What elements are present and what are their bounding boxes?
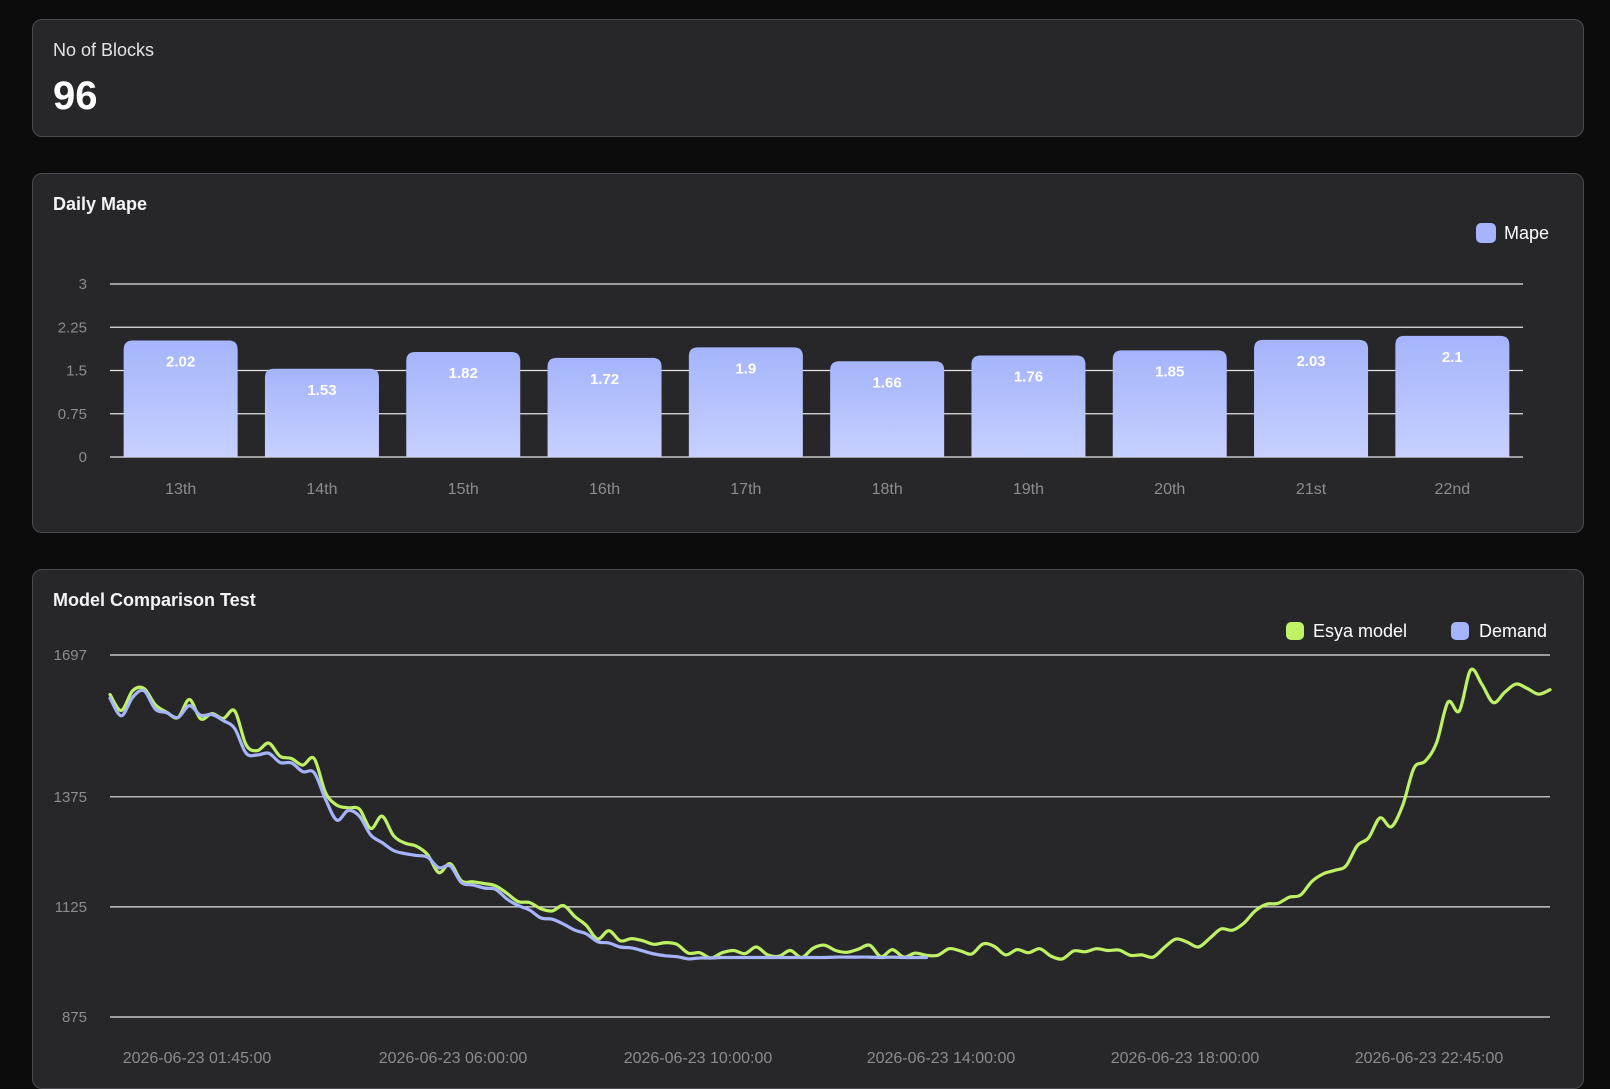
y-tick-label: 3 — [79, 276, 87, 293]
legend-swatch — [1286, 622, 1304, 640]
y-tick-label: 1125 — [55, 899, 87, 916]
bar-data-label: 2.02 — [166, 354, 195, 371]
bar-data-label: 1.76 — [1014, 369, 1043, 386]
x-tick-label: 17th — [730, 481, 761, 498]
bar-data-label: 2.03 — [1296, 353, 1325, 370]
x-tick-label: 21st — [1296, 481, 1327, 498]
blocks-value: 96 — [53, 74, 98, 118]
x-tick-label: 19th — [1013, 481, 1044, 498]
x-tick-label: 2026-06-23 01:45:00 — [123, 1050, 272, 1067]
legend: Esya model Demand — [1286, 621, 1547, 641]
legend-label: Mape — [1504, 223, 1549, 243]
model-comparison-chart: 875 1125 1375 1697 2026-06-23 01:45:00 2026-0… — [54, 621, 1552, 1067]
model-comparison-card: Model Comparison Test 875 1125 1375 1697 202… — [32, 569, 1584, 1089]
bar-data-label: 1.82 — [449, 365, 478, 382]
legend-label: Esya model — [1313, 621, 1407, 641]
x-tick-label: 2026-06-23 14:00:00 — [867, 1050, 1016, 1067]
daily-mape-chart: 0 0.75 1.5 2.25 3 2.02 13th 1.53 14th 1.82 15th 1.7… — [58, 223, 1549, 498]
x-tick-label: 15th — [448, 481, 479, 498]
legend-swatch — [1451, 622, 1469, 640]
bar-data-label: 1.66 — [873, 374, 902, 391]
bar-data-label: 1.72 — [590, 371, 619, 388]
blocks-card: No of Blocks 96 — [32, 19, 1584, 137]
x-tick-label: 20th — [1154, 481, 1185, 498]
legend-swatch — [1476, 223, 1496, 243]
y-tick-label: 1375 — [54, 789, 87, 806]
x-tick-label: 16th — [589, 481, 620, 498]
y-tick-label: 1697 — [54, 647, 87, 664]
daily-mape-card: Daily Mape 0 0.75 1.5 2.25 3 2.02 13th 1.53 14th… — [32, 173, 1584, 533]
series-line-demand — [108, 688, 928, 961]
bar-data-label: 1.9 — [735, 360, 756, 377]
x-tick-label: 22nd — [1435, 481, 1471, 498]
x-tick-label: 2026-06-23 06:00:00 — [379, 1050, 528, 1067]
series-line-esya-model — [108, 667, 1552, 961]
y-tick-label: 2.25 — [58, 319, 87, 336]
x-tick-label: 2026-06-23 22:45:00 — [1355, 1050, 1504, 1067]
legend-label: Demand — [1479, 621, 1547, 641]
x-tick-label: 2026-06-23 18:00:00 — [1111, 1050, 1260, 1067]
x-tick-label: 13th — [165, 481, 196, 498]
bar-data-label: 2.1 — [1442, 349, 1463, 366]
bar-data-label: 1.53 — [307, 382, 336, 399]
y-tick-label: 875 — [62, 1009, 87, 1026]
bar-data-label: 1.85 — [1155, 363, 1184, 380]
y-tick-label: 0 — [79, 449, 87, 466]
y-tick-label: 1.5 — [66, 363, 87, 380]
x-tick-label: 18th — [872, 481, 903, 498]
blocks-label: No of Blocks — [53, 40, 155, 60]
y-tick-label: 0.75 — [58, 406, 87, 423]
x-tick-label: 14th — [306, 481, 337, 498]
x-tick-label: 2026-06-23 10:00:00 — [624, 1050, 773, 1067]
legend: Mape — [1476, 223, 1549, 243]
